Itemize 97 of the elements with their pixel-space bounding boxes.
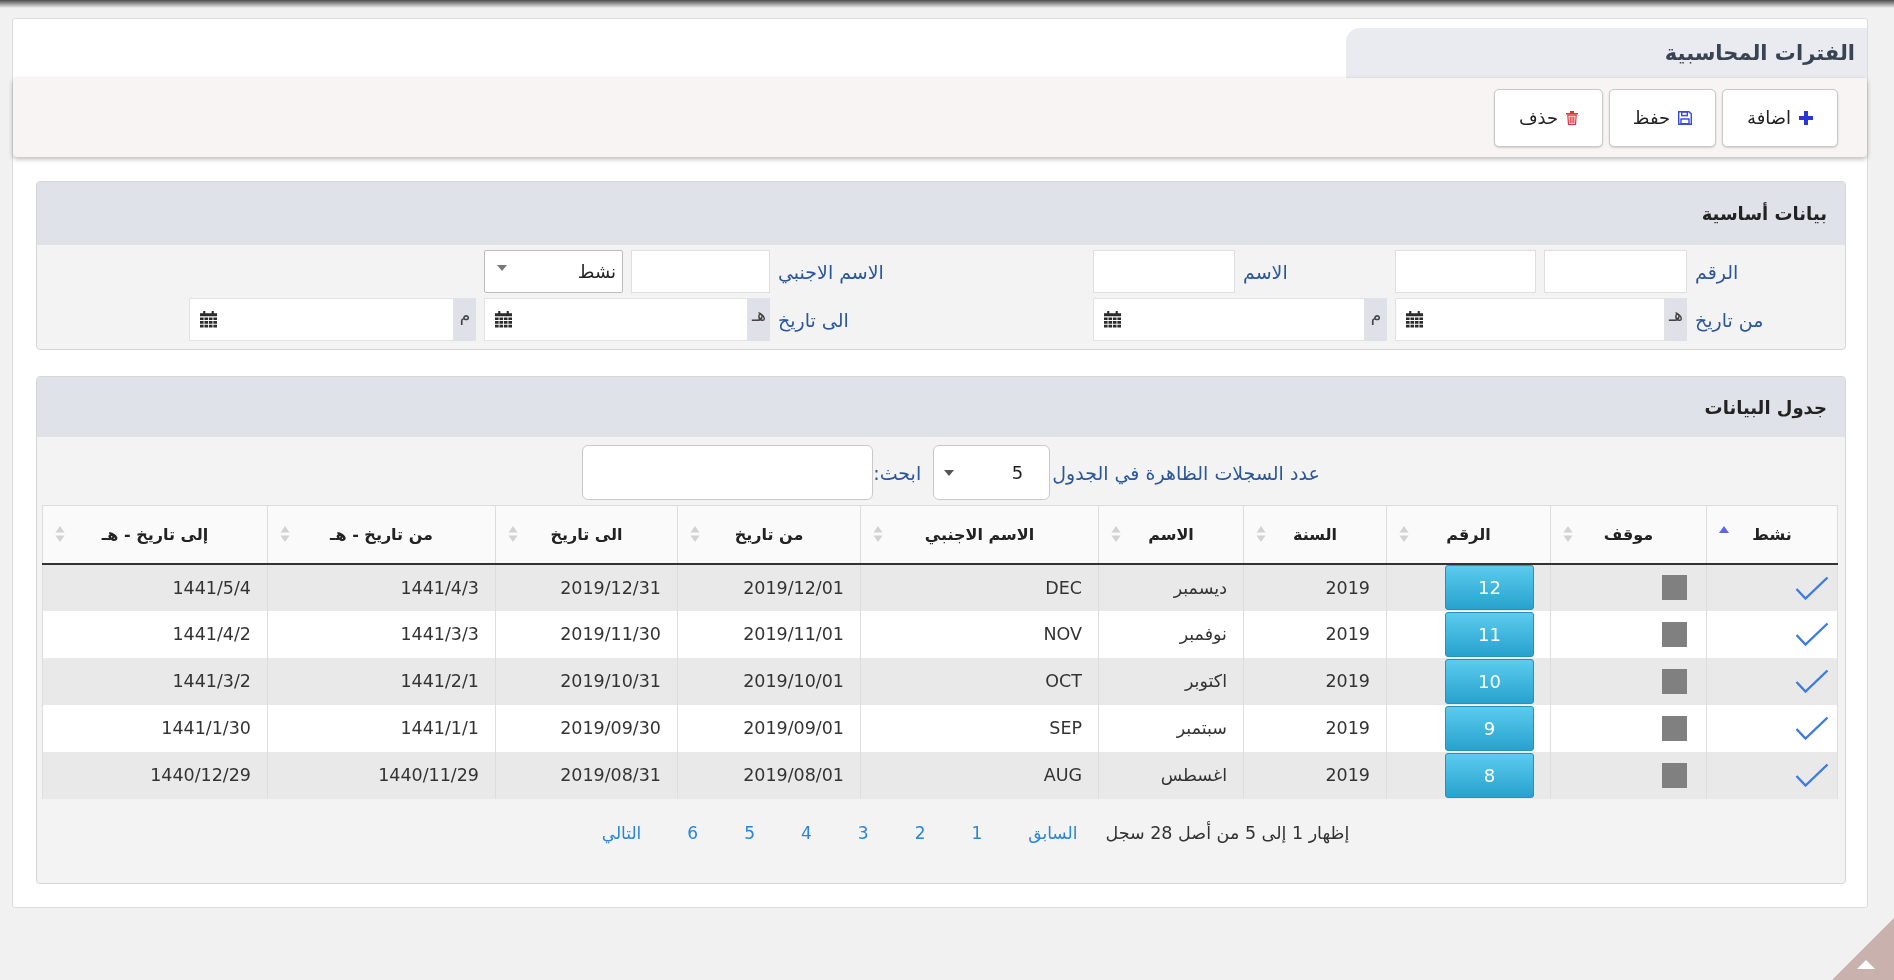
field-label: الرقم <box>1695 260 1739 283</box>
table-cell: SEP <box>860 704 1099 752</box>
table-cell: نوفمبر <box>1098 610 1244 658</box>
text-input[interactable] <box>1093 250 1235 293</box>
page-number-link[interactable]: 3 <box>834 822 892 843</box>
page-size-select[interactable]: 5 <box>933 445 1051 500</box>
date-input[interactable] <box>1395 298 1665 341</box>
column-header[interactable]: إلى تاريخ - هـ <box>42 505 268 564</box>
column-header[interactable]: نشط <box>1706 505 1838 564</box>
date-suffix: هـ <box>1665 298 1687 341</box>
table-cell: 1441/4/3 <box>267 563 496 611</box>
search-input[interactable] <box>582 445 874 500</box>
panel-title: بيانات أساسية <box>1701 203 1827 224</box>
table-cell: 2019/08/31 <box>495 751 678 799</box>
column-header[interactable]: من تاريخ <box>677 505 861 564</box>
text-input[interactable] <box>1395 250 1536 293</box>
column-header[interactable]: الاسم <box>1098 505 1244 564</box>
table-cell: 2019 <box>1243 704 1387 752</box>
table-cell: 2019/12/31 <box>495 563 678 611</box>
date-suffix: م <box>454 298 476 341</box>
date-input[interactable] <box>189 298 454 341</box>
plus-icon <box>1799 110 1813 125</box>
table-cell: 1441/1/1 <box>267 704 496 752</box>
field-label: من تاريخ <box>1695 308 1764 331</box>
save-button[interactable]: حفظ <box>1609 88 1716 147</box>
table-cell: AUG <box>860 751 1099 799</box>
table-cell: سبتمبر <box>1098 704 1244 752</box>
panel-title: جدول البيانات <box>1704 396 1827 418</box>
table-cell: اكتوبر <box>1098 657 1244 705</box>
table-cell: 2019/10/31 <box>495 657 678 705</box>
table-cell: NOV <box>860 610 1099 658</box>
add-button[interactable]: اضافة <box>1722 88 1838 147</box>
field-label: الاسم <box>1243 260 1288 283</box>
delete-button[interactable]: حذف <box>1494 88 1603 147</box>
table-cell: ديسمبر <box>1098 563 1244 611</box>
table-cell: 2019/09/01 <box>677 704 861 752</box>
column-header[interactable]: من تاريخ - هـ <box>267 505 496 564</box>
next-page-link[interactable]: التالي <box>578 822 665 843</box>
checkbox[interactable] <box>1662 621 1687 647</box>
column-header[interactable]: الرقم <box>1386 505 1551 564</box>
field-label: الى تاريخ <box>778 308 849 331</box>
checkbox[interactable] <box>1662 715 1687 741</box>
table-cell: 1441/1/30 <box>42 704 268 752</box>
column-header[interactable]: موقف <box>1550 505 1707 564</box>
table-cell: 1441/3/3 <box>267 610 496 658</box>
column-header[interactable]: السنة <box>1243 505 1387 564</box>
table-cell: 1440/12/29 <box>42 751 268 799</box>
date-suffix: م <box>1365 298 1387 341</box>
table-cell: 2019/11/30 <box>495 610 678 658</box>
table-cell: 2019/12/01 <box>677 563 861 611</box>
page-number-link[interactable]: 5 <box>721 822 778 843</box>
calendar-icon <box>200 311 217 328</box>
page-number-link[interactable]: 6 <box>664 822 722 843</box>
table-cell: 2019/09/30 <box>495 704 678 752</box>
table-cell: 2019/08/01 <box>677 751 861 799</box>
calendar-icon <box>1104 311 1121 328</box>
table-cell: 2019 <box>1243 657 1387 705</box>
text-input[interactable] <box>1544 250 1687 293</box>
caret-down-icon <box>944 469 955 476</box>
table-cell: 1441/2/1 <box>267 657 496 705</box>
table-cell: 2019/11/01 <box>677 610 861 658</box>
page-info: إظهار 1 إلى 5 من أصل 28 سجل <box>1105 822 1350 843</box>
back-to-top-button[interactable] <box>1832 918 1894 980</box>
search-label: ابحث: <box>873 461 922 484</box>
caret-up-icon <box>1832 918 1894 980</box>
checkbox[interactable] <box>1662 575 1687 600</box>
trash-icon <box>1566 110 1579 125</box>
caret-down-icon <box>497 264 507 271</box>
text-input[interactable] <box>631 250 770 293</box>
date-input[interactable] <box>1093 298 1365 341</box>
page-number-link[interactable]: 2 <box>891 822 949 843</box>
field-label: الاسم الاجنبي <box>778 260 884 283</box>
table-cell: 1440/11/29 <box>267 751 496 799</box>
date-input[interactable] <box>484 298 748 341</box>
checkbox[interactable] <box>1662 762 1687 788</box>
table-cell: اغسطس <box>1098 751 1244 799</box>
calendar-icon <box>1406 311 1423 328</box>
table-cell: 1441/3/2 <box>42 657 268 705</box>
status-select[interactable]: نشط <box>484 250 623 293</box>
page-number-link[interactable]: 1 <box>948 822 1006 843</box>
checkbox[interactable] <box>1662 668 1687 694</box>
table-cell: DEC <box>860 563 1099 611</box>
previous-page-link[interactable]: السابق <box>1005 822 1101 843</box>
table-cell: 2019/10/01 <box>677 657 861 705</box>
table-cell: OCT <box>860 657 1099 705</box>
calendar-icon <box>495 311 512 328</box>
page-title: الفترات المحاسبية <box>1346 28 1867 78</box>
page-size-label: عدد السجلات الظاهرة في الجدول <box>1052 461 1320 484</box>
table-cell: 2019 <box>1243 751 1387 799</box>
page-number-link[interactable]: 4 <box>777 822 835 843</box>
table-cell: 2019 <box>1243 610 1387 658</box>
table-cell: 1441/4/2 <box>42 610 268 658</box>
table-cell: 2019 <box>1243 563 1387 611</box>
table-cell: 1441/5/4 <box>42 563 268 611</box>
column-header[interactable]: الاسم الاجنبي <box>860 505 1099 564</box>
column-header[interactable]: الى تاريخ <box>495 505 678 564</box>
date-suffix: هـ <box>748 298 770 341</box>
